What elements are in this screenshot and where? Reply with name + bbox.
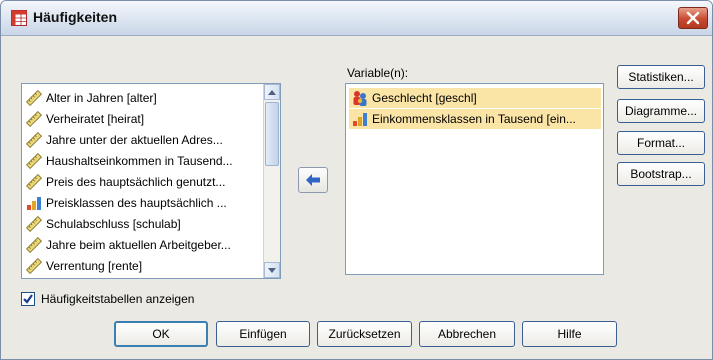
statistics-button[interactable]: Statistiken...	[617, 65, 705, 89]
bootstrap-button[interactable]: Bootstrap...	[617, 162, 705, 186]
dialog-title: Häufigkeiten	[33, 9, 118, 25]
ordinal-bars-icon	[352, 111, 368, 127]
checkmark-icon	[23, 294, 33, 304]
vertical-scrollbar[interactable]	[263, 84, 280, 278]
list-item-label: Verheiratet [heirat]	[46, 112, 145, 126]
list-item-label: Jahre beim aktuellen Arbeitgeber...	[46, 238, 231, 252]
scrollbar-thumb[interactable]	[265, 102, 279, 166]
list-item-label: Preis des hauptsächlich genutzt...	[46, 175, 226, 189]
arrow-left-icon	[306, 174, 320, 186]
checkbox-label: Häufigkeitstabellen anzeigen	[41, 292, 195, 306]
scroll-down-button[interactable]	[264, 262, 280, 278]
frequencies-dialog: Häufigkeiten Alter in Jahren [alter] Ver…	[0, 0, 713, 360]
close-button[interactable]	[678, 7, 708, 29]
scale-ruler-icon	[26, 174, 42, 190]
selected-variable[interactable]: Einkommensklassen in Tausend [ein...	[349, 109, 601, 129]
list-item-label: Verrentung [rente]	[46, 259, 143, 273]
list-item-label: Schulabschluss [schulab]	[46, 217, 181, 231]
list-item-label: Geschlecht [geschl]	[372, 91, 477, 105]
list-item-label: Jahre unter der aktuellen Adres...	[46, 133, 223, 147]
scroll-up-button[interactable]	[264, 84, 280, 100]
scale-ruler-icon	[26, 111, 42, 127]
help-button[interactable]: Hilfe	[522, 321, 617, 347]
scale-ruler-icon	[26, 132, 42, 148]
scale-ruler-icon	[26, 90, 42, 106]
cancel-button[interactable]: Abbrechen	[419, 321, 515, 347]
ordinal-bars-icon	[26, 195, 42, 211]
list-item-label: Alter in Jahren [alter]	[46, 91, 157, 105]
source-variable-list[interactable]: Alter in Jahren [alter] Verheiratet [hei…	[21, 83, 281, 279]
display-frequency-tables-checkbox[interactable]	[21, 292, 35, 306]
paste-button[interactable]: Einfügen	[216, 321, 310, 347]
list-item-label: Preisklassen des hauptsächlich ...	[46, 196, 227, 210]
title-bar: Häufigkeiten	[1, 1, 712, 36]
chevron-down-icon	[268, 267, 276, 273]
chevron-up-icon	[268, 89, 276, 95]
frequencies-table-icon	[11, 10, 27, 26]
nominal-people-icon	[352, 90, 368, 106]
list-item-label: Einkommensklassen in Tausend [ein...	[372, 112, 576, 126]
target-list-label: Variable(n):	[347, 66, 409, 80]
move-variable-button[interactable]	[298, 167, 328, 193]
target-variable-list[interactable]: Geschlecht [geschl] Einkommensklassen in…	[345, 83, 604, 275]
selected-variable[interactable]: Geschlecht [geschl]	[349, 88, 601, 108]
scale-ruler-icon	[26, 258, 42, 274]
reset-button[interactable]: Zurücksetzen	[317, 321, 412, 347]
scale-ruler-icon	[26, 153, 42, 169]
scale-ruler-icon	[26, 216, 42, 232]
charts-button[interactable]: Diagramme...	[617, 99, 705, 123]
close-icon	[686, 11, 700, 25]
ok-button[interactable]: OK	[114, 321, 208, 347]
scale-ruler-icon	[26, 237, 42, 253]
format-button[interactable]: Format...	[617, 131, 705, 155]
list-item-label: Haushaltseinkommen in Tausend...	[46, 154, 233, 168]
